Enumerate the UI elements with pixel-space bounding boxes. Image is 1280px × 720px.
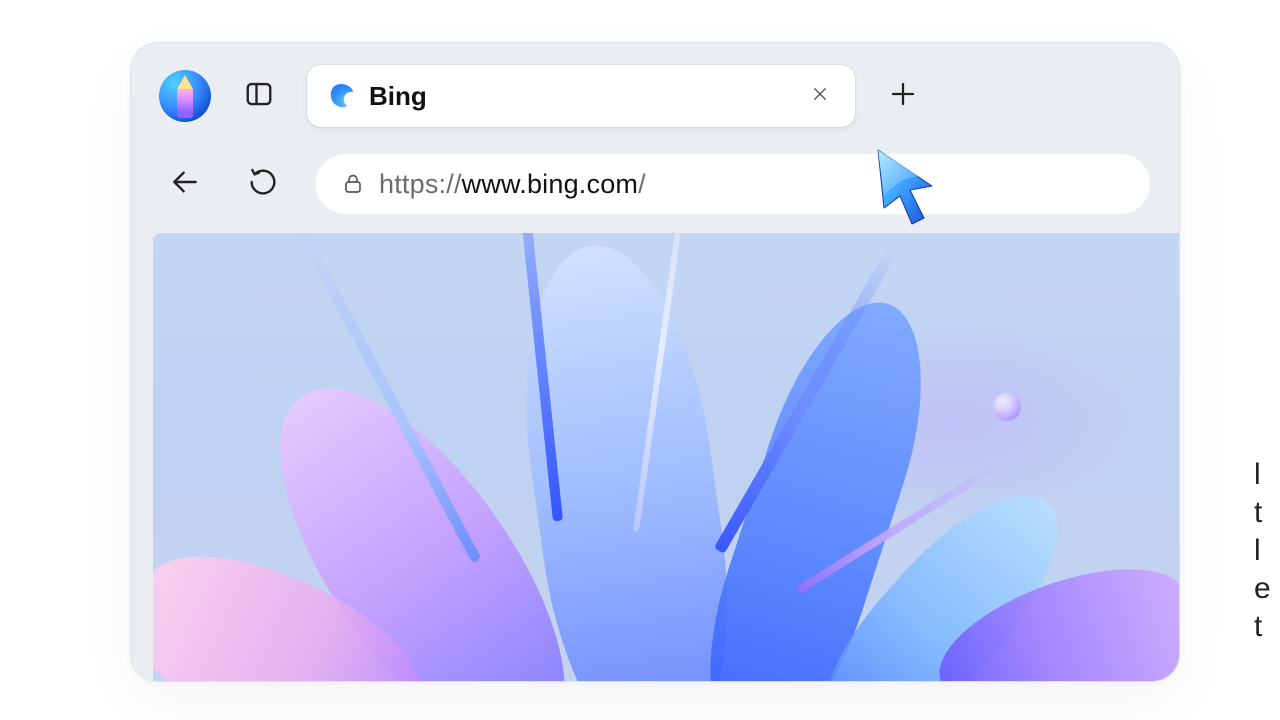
- close-icon: [811, 85, 829, 108]
- workspaces-icon: [244, 79, 274, 114]
- tab-title: Bing: [369, 81, 803, 112]
- cropped-edge-text: l t l e t: [1254, 456, 1271, 646]
- url-host: www.bing.com: [462, 169, 638, 199]
- address-bar[interactable]: https://www.bing.com/: [315, 153, 1151, 215]
- workspaces-button[interactable]: [233, 70, 285, 122]
- page-content: [153, 233, 1179, 681]
- refresh-icon: [247, 166, 279, 203]
- new-tab-button[interactable]: [877, 70, 929, 122]
- decorative-spark: [993, 393, 1021, 421]
- url-text: https://www.bing.com/: [379, 169, 646, 200]
- toolbar: https://www.bing.com/: [131, 149, 1179, 219]
- url-path: /: [638, 169, 646, 199]
- browser-window: Bing: [130, 42, 1180, 682]
- plus-icon: [888, 79, 918, 114]
- url-protocol: https://: [379, 169, 462, 199]
- bing-icon: [327, 82, 355, 110]
- tab-close-button[interactable]: [803, 79, 837, 113]
- lock-icon[interactable]: [341, 172, 365, 196]
- arrow-left-icon: [169, 166, 201, 203]
- profile-avatar-button[interactable]: [159, 70, 211, 122]
- tab-strip: Bing: [131, 43, 1179, 149]
- refresh-button[interactable]: [237, 158, 289, 210]
- back-button[interactable]: [159, 158, 211, 210]
- browser-tab[interactable]: Bing: [307, 65, 855, 127]
